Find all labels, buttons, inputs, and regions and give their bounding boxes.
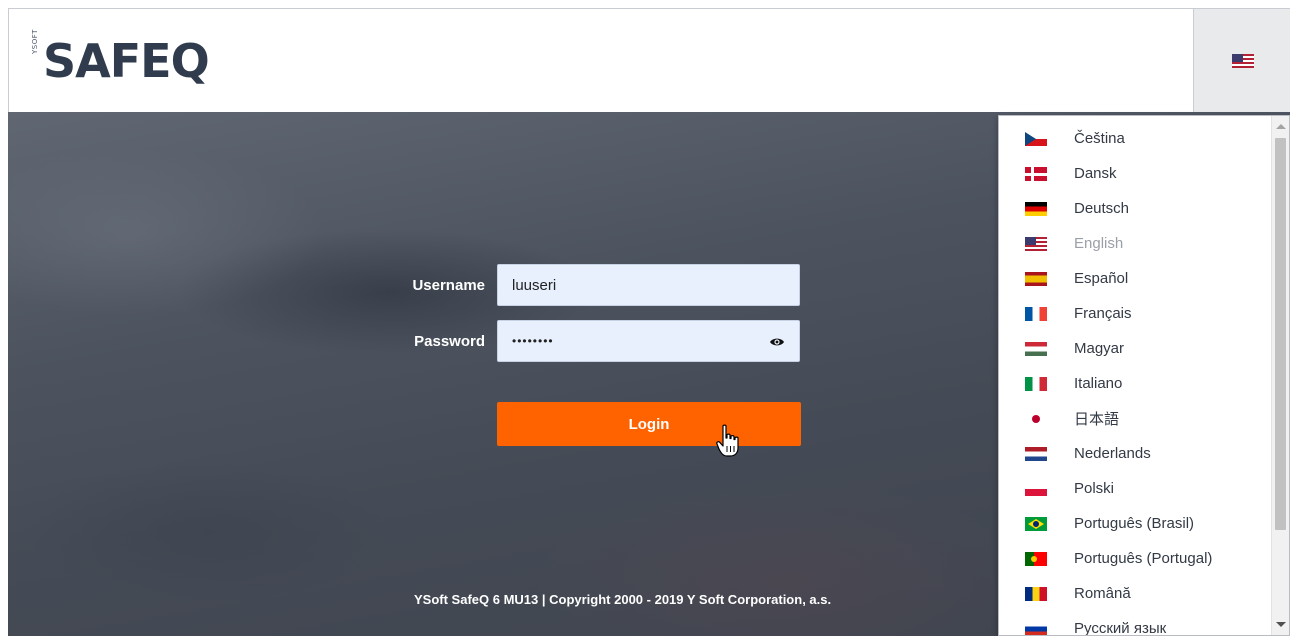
hand-pointer-cursor-icon <box>716 424 739 457</box>
language-label: Español <box>1074 269 1129 287</box>
language-label: Italiano <box>1074 374 1123 392</box>
footer-copyright: YSoft SafeQ 6 MU13 | Copyright 2000 - 20… <box>414 592 832 607</box>
language-label: 日本語 <box>1074 410 1120 428</box>
language-dropdown-scrollbar[interactable] <box>1271 116 1289 635</box>
logo-text: SAFEQ <box>43 34 210 88</box>
dutch-flag-icon <box>1025 447 1047 461</box>
language-option-hu[interactable]: Magyar <box>999 331 1269 365</box>
language-label: Nederlands <box>1074 444 1151 462</box>
show-password-eye-icon[interactable] <box>769 334 785 350</box>
password-row: Password •••••••• <box>385 320 800 362</box>
danish-flag-icon <box>1025 167 1047 181</box>
brazilian-flag-icon <box>1025 517 1047 531</box>
language-label: Русский язык <box>1074 619 1167 636</box>
language-option-de[interactable]: Deutsch <box>999 191 1269 225</box>
username-value: luuseri <box>512 276 557 294</box>
scroll-up-arrow-icon[interactable] <box>1276 124 1286 129</box>
username-row: Username luuseri <box>385 264 800 306</box>
german-flag-icon <box>1025 202 1047 216</box>
password-value: •••••••• <box>512 334 554 348</box>
language-label: Română <box>1074 584 1131 602</box>
polish-flag-icon <box>1025 482 1047 496</box>
spanish-flag-icon <box>1025 272 1047 286</box>
language-option-da[interactable]: Dansk <box>999 156 1269 190</box>
language-option-nl[interactable]: Nederlands <box>999 436 1269 470</box>
language-option-ro[interactable]: Română <box>999 576 1269 610</box>
password-input[interactable]: •••••••• <box>497 320 800 362</box>
language-option-pt-pt[interactable]: Português (Portugal) <box>999 541 1269 575</box>
language-option-cs[interactable]: Čeština <box>999 121 1269 155</box>
language-dropdown: Čeština Dansk Deutsch English Español Fr… <box>998 115 1290 636</box>
italian-flag-icon <box>1025 377 1047 391</box>
language-label: Português (Portugal) <box>1074 549 1213 567</box>
japanese-flag-icon <box>1025 412 1047 426</box>
czech-flag-icon <box>1025 132 1047 146</box>
french-flag-icon <box>1025 307 1047 321</box>
login-button[interactable]: Login <box>497 402 801 446</box>
language-option-en: English <box>999 226 1269 260</box>
romanian-flag-icon <box>1025 587 1047 601</box>
password-label: Password <box>414 332 485 350</box>
username-input[interactable]: luuseri <box>497 264 800 306</box>
us-flag-icon <box>1231 54 1254 68</box>
language-label: Magyar <box>1074 339 1125 357</box>
language-option-pl[interactable]: Polski <box>999 471 1269 505</box>
language-label: Français <box>1074 304 1132 322</box>
language-option-ja[interactable]: 日本語 <box>999 401 1269 435</box>
language-option-pt-br[interactable]: Português (Brasil) <box>999 506 1269 540</box>
logo-side-label: YSOFT <box>31 29 39 54</box>
scroll-down-arrow-icon[interactable] <box>1276 622 1286 627</box>
russian-flag-icon <box>1025 622 1047 635</box>
language-label: Čeština <box>1074 129 1125 147</box>
language-option-es[interactable]: Español <box>999 261 1269 295</box>
language-selector-button[interactable] <box>1193 9 1290 113</box>
language-label: Dansk <box>1074 164 1117 182</box>
username-label: Username <box>412 276 485 294</box>
language-label: Deutsch <box>1074 199 1130 217</box>
portuguese-flag-icon <box>1025 552 1047 566</box>
scrollbar-thumb[interactable] <box>1275 138 1286 530</box>
language-option-ru[interactable]: Русский язык <box>999 611 1269 636</box>
language-label: Polski <box>1074 479 1115 497</box>
safeq-logo: YSOFT SAFEQ <box>31 29 210 89</box>
language-option-fr[interactable]: Français <box>999 296 1269 330</box>
hungarian-flag-icon <box>1025 342 1047 356</box>
language-label: Português (Brasil) <box>1074 514 1195 532</box>
logo-side-text: YSOFT <box>31 29 41 82</box>
language-label: English <box>1074 234 1124 252</box>
us-flag-icon <box>1025 237 1047 251</box>
language-option-it[interactable]: Italiano <box>999 366 1269 400</box>
header: YSOFT SAFEQ <box>8 8 1290 113</box>
